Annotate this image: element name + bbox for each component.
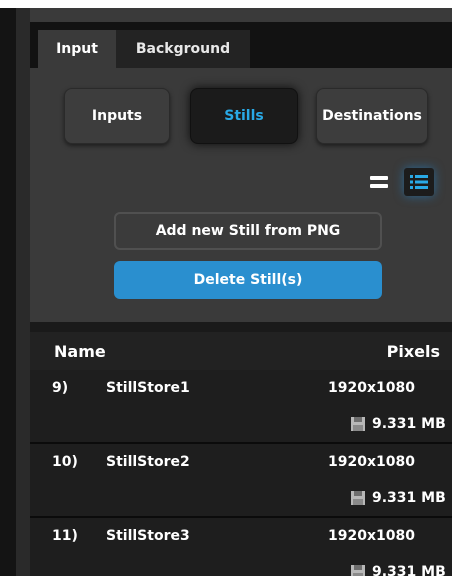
- stills-panel: Input Background Inputs Stills Destinati…: [30, 8, 452, 576]
- left-frame: [0, 8, 30, 576]
- list-header: Name Pixels: [30, 332, 452, 370]
- destinations-button[interactable]: Destinations: [316, 88, 428, 144]
- list-item-resolution: 1920x1080: [328, 454, 415, 470]
- list-item[interactable]: 9) StillStore1 1920x1080 9.331 MB: [30, 370, 452, 442]
- tab-background[interactable]: Background: [116, 30, 250, 68]
- list-item-name: StillStore1: [106, 380, 190, 396]
- list-item-index: 9): [52, 380, 69, 396]
- list-item-resolution: 1920x1080: [328, 380, 415, 396]
- list-detail-view-button[interactable]: [404, 168, 434, 196]
- section-divider: [30, 322, 452, 332]
- floppy-disk-icon: [351, 565, 365, 576]
- list-item[interactable]: 11) StillStore3 1920x1080 9.331 MB: [30, 518, 452, 576]
- list-compact-view-button[interactable]: [364, 168, 394, 196]
- delete-stills-button[interactable]: Delete Still(s): [114, 261, 382, 299]
- list-item-name: StillStore2: [106, 454, 190, 470]
- left-frame-inner: [16, 8, 30, 576]
- inputs-button[interactable]: Inputs: [64, 88, 170, 144]
- stills-button[interactable]: Stills: [190, 88, 298, 144]
- list-item-size: 9.331 MB: [372, 490, 446, 506]
- tab-bar: Input Background: [30, 22, 452, 68]
- list-item-size: 9.331 MB: [372, 416, 446, 432]
- tab-input[interactable]: Input: [38, 30, 116, 68]
- list-compact-icon: [370, 176, 388, 188]
- floppy-disk-icon: [351, 491, 365, 505]
- list-item-name: StillStore3: [106, 528, 190, 544]
- list-item[interactable]: 10) StillStore2 1920x1080 9.331 MB: [30, 444, 452, 516]
- list-item-resolution: 1920x1080: [328, 528, 415, 544]
- add-still-from-png-button[interactable]: Add new Still from PNG: [114, 212, 382, 250]
- column-header-pixels[interactable]: Pixels: [387, 342, 440, 361]
- window-top-edge: [0, 0, 452, 8]
- floppy-disk-icon: [351, 417, 365, 431]
- list-item-index: 10): [52, 454, 78, 470]
- list-item-index: 11): [52, 528, 78, 544]
- list-item-size: 9.331 MB: [372, 564, 446, 576]
- list-detail-icon: [410, 175, 428, 189]
- column-header-name[interactable]: Name: [54, 342, 106, 361]
